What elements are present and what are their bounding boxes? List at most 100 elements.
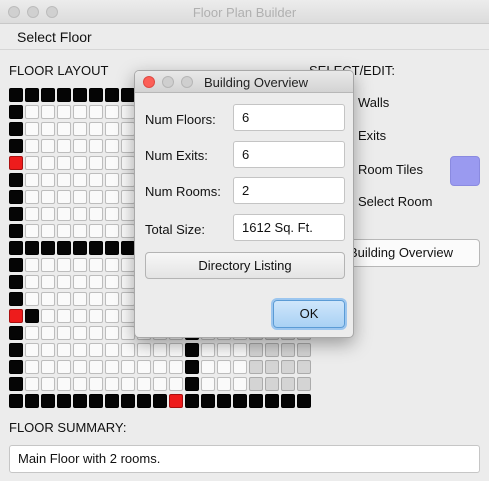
floor-tile[interactable] <box>105 156 119 170</box>
floor-tile-gray[interactable] <box>249 343 263 357</box>
floor-tile[interactable] <box>41 326 55 340</box>
floor-tile[interactable] <box>41 360 55 374</box>
room-tile-color-swatch[interactable] <box>450 156 480 186</box>
floor-tile[interactable] <box>233 360 247 374</box>
floor-tile[interactable] <box>233 343 247 357</box>
floor-tile-gray[interactable] <box>281 360 295 374</box>
floor-tile[interactable] <box>25 224 39 238</box>
floor-tile[interactable] <box>57 292 71 306</box>
wall-tile[interactable] <box>249 394 263 408</box>
floor-tile[interactable] <box>25 156 39 170</box>
floor-tile[interactable] <box>89 105 103 119</box>
exit-tile[interactable] <box>9 309 23 323</box>
floor-tile[interactable] <box>89 360 103 374</box>
floor-tile[interactable] <box>121 190 135 204</box>
floor-tile[interactable] <box>73 224 87 238</box>
wall-tile[interactable] <box>9 122 23 136</box>
wall-tile[interactable] <box>57 241 71 255</box>
floor-tile[interactable] <box>105 122 119 136</box>
floor-tile[interactable] <box>41 105 55 119</box>
floor-tile[interactable] <box>41 377 55 391</box>
floor-tile[interactable] <box>73 190 87 204</box>
floor-tile[interactable] <box>73 139 87 153</box>
floor-tile[interactable] <box>41 224 55 238</box>
ok-button[interactable]: OK <box>273 300 345 328</box>
exit-tile[interactable] <box>169 394 183 408</box>
wall-tile[interactable] <box>185 377 199 391</box>
wall-tile[interactable] <box>265 394 279 408</box>
floor-tile[interactable] <box>25 326 39 340</box>
floor-tile[interactable] <box>169 360 183 374</box>
floor-tile[interactable] <box>25 105 39 119</box>
minimize-dialog-icon[interactable] <box>162 76 174 88</box>
floor-tile[interactable] <box>73 207 87 221</box>
wall-tile[interactable] <box>9 224 23 238</box>
floor-tile[interactable] <box>89 224 103 238</box>
floor-tile[interactable] <box>105 190 119 204</box>
floor-tile-gray[interactable] <box>281 377 295 391</box>
floor-tile[interactable] <box>41 190 55 204</box>
wall-tile[interactable] <box>137 394 151 408</box>
floor-tile[interactable] <box>41 122 55 136</box>
zoom-dialog-icon[interactable] <box>181 76 193 88</box>
floor-tile[interactable] <box>89 309 103 323</box>
floor-tile-gray[interactable] <box>249 377 263 391</box>
wall-tile[interactable] <box>9 173 23 187</box>
num-rooms-field[interactable]: 2 <box>233 177 345 204</box>
wall-tile[interactable] <box>89 394 103 408</box>
floor-tile[interactable] <box>105 139 119 153</box>
floor-tile[interactable] <box>57 139 71 153</box>
floor-tile[interactable] <box>121 207 135 221</box>
floor-tile[interactable] <box>57 122 71 136</box>
floor-tile[interactable] <box>137 360 151 374</box>
directory-listing-button[interactable]: Directory Listing <box>145 252 345 279</box>
floor-tile[interactable] <box>57 377 71 391</box>
floor-tile[interactable] <box>73 343 87 357</box>
floor-tile-gray[interactable] <box>297 343 311 357</box>
wall-tile[interactable] <box>9 207 23 221</box>
option-room-tiles[interactable]: Room Tiles <box>358 162 423 177</box>
floor-tile[interactable] <box>41 207 55 221</box>
wall-tile[interactable] <box>9 292 23 306</box>
wall-tile[interactable] <box>297 394 311 408</box>
wall-tile[interactable] <box>9 377 23 391</box>
floor-tile[interactable] <box>25 139 39 153</box>
menu-select-floor[interactable]: Select Floor <box>17 29 92 45</box>
floor-tile[interactable] <box>73 173 87 187</box>
floor-tile[interactable] <box>105 224 119 238</box>
floor-tile[interactable] <box>73 122 87 136</box>
wall-tile[interactable] <box>41 241 55 255</box>
floor-tile[interactable] <box>89 292 103 306</box>
floor-summary-field[interactable]: Main Floor with 2 rooms. <box>9 445 480 473</box>
wall-tile[interactable] <box>89 88 103 102</box>
wall-tile[interactable] <box>25 394 39 408</box>
floor-tile[interactable] <box>57 258 71 272</box>
floor-tile[interactable] <box>25 207 39 221</box>
floor-tile[interactable] <box>57 190 71 204</box>
floor-tile[interactable] <box>41 292 55 306</box>
wall-tile[interactable] <box>73 88 87 102</box>
floor-tile[interactable] <box>41 258 55 272</box>
floor-tile[interactable] <box>105 343 119 357</box>
floor-tile[interactable] <box>89 275 103 289</box>
total-size-field[interactable]: 1612 Sq. Ft. <box>233 214 345 241</box>
wall-tile[interactable] <box>185 360 199 374</box>
floor-tile[interactable] <box>25 275 39 289</box>
wall-tile[interactable] <box>121 394 135 408</box>
floor-tile[interactable] <box>137 377 151 391</box>
wall-tile[interactable] <box>153 394 167 408</box>
floor-tile[interactable] <box>89 190 103 204</box>
close-dialog-icon[interactable] <box>143 76 155 88</box>
wall-tile[interactable] <box>57 394 71 408</box>
floor-tile[interactable] <box>57 309 71 323</box>
floor-tile[interactable] <box>105 326 119 340</box>
exit-tile[interactable] <box>9 156 23 170</box>
floor-tile[interactable] <box>41 275 55 289</box>
floor-tile[interactable] <box>121 105 135 119</box>
floor-tile[interactable] <box>57 224 71 238</box>
floor-tile[interactable] <box>105 258 119 272</box>
wall-tile[interactable] <box>9 394 23 408</box>
floor-tile[interactable] <box>105 377 119 391</box>
wall-tile[interactable] <box>25 241 39 255</box>
floor-tile[interactable] <box>121 258 135 272</box>
